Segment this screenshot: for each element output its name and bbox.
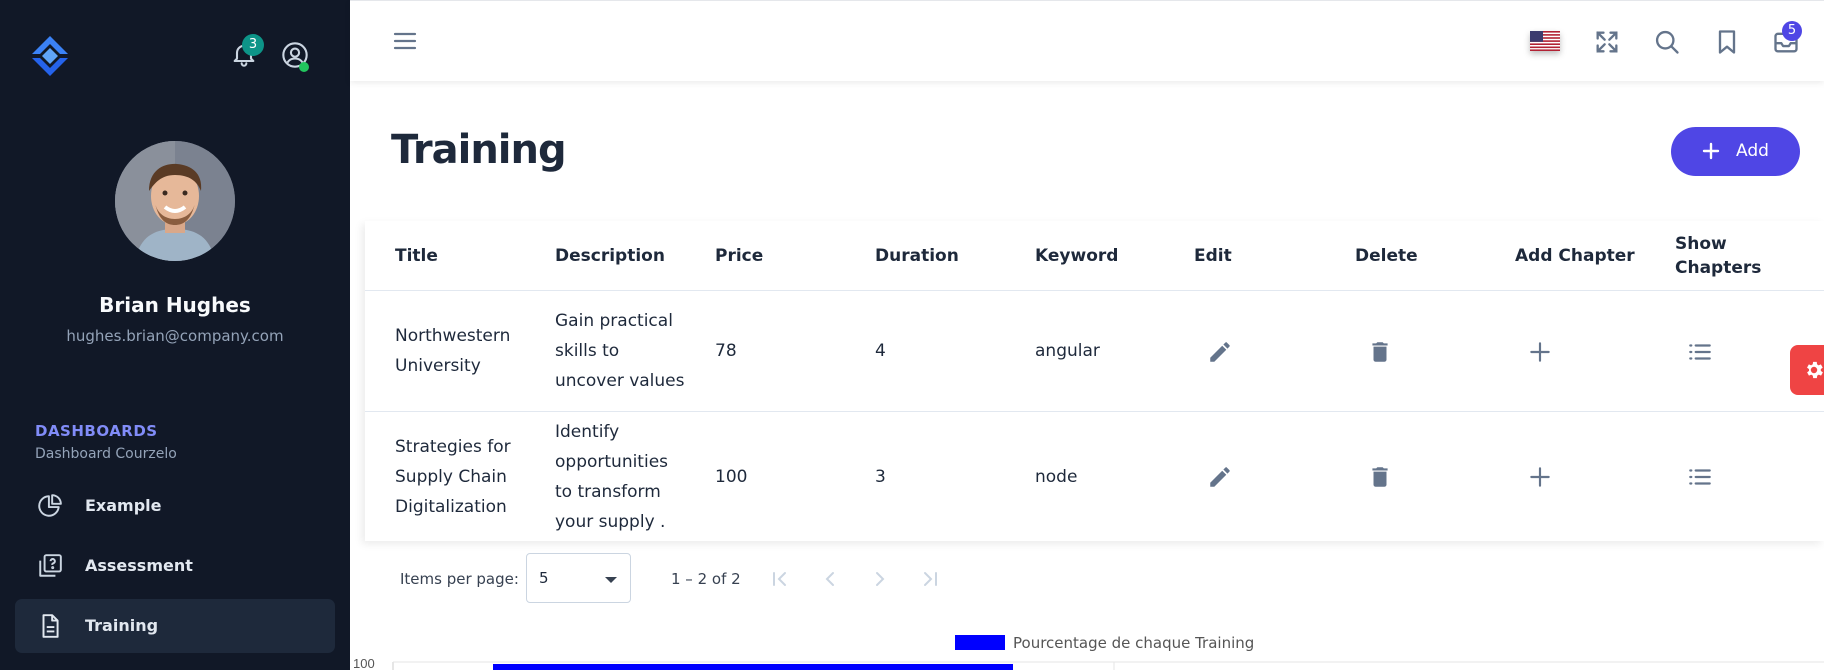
cell-title: Northwestern University [395,326,511,376]
column-header-delete: Delete [1355,246,1418,266]
sidebar-item-training[interactable]: Training [15,599,335,653]
us-flag-icon[interactable] [1530,31,1560,51]
last-page-icon[interactable] [918,567,942,591]
sidebar-item-label: Assessment [85,556,193,575]
show-chapters-list-icon[interactable] [1687,464,1713,490]
cell-description: Gain practical skills to uncover values [555,311,685,391]
cell-keyword: node [1035,467,1078,487]
plus-icon [1702,142,1720,160]
bookmark-icon[interactable] [1713,28,1741,56]
delete-trash-icon[interactable] [1367,339,1393,365]
online-status-dot [299,62,309,72]
items-per-page-label: Items per page: [400,570,519,588]
menu-toggle-icon[interactable] [392,29,418,53]
cell-price: 78 [715,341,737,361]
edit-pencil-icon[interactable] [1207,339,1233,365]
column-header-price[interactable]: Price [715,221,865,291]
sidebar-item-label: Example [85,496,162,515]
notifications-badge: 3 [242,34,264,56]
sidebar-item-assessment[interactable]: Assessment [15,539,335,593]
chart-bar [493,664,1013,670]
app-logo[interactable] [28,34,72,78]
sidebar-item-label: Training [85,616,159,635]
sidebar-top: 3 [0,0,350,110]
search-icon[interactable] [1653,28,1681,56]
avatar [115,141,235,261]
column-header-title[interactable]: Title [395,221,545,291]
training-table: Title Description Price Duration Keyword… [365,221,1824,541]
table-header: Title Description Price Duration Keyword… [365,221,1824,291]
cell-title: Strategies for Supply Chain Digitalizati… [395,437,511,517]
training-bar-chart: 100 [353,656,1824,670]
messages-badge: 5 [1782,21,1802,41]
column-header-add-chapter: Add Chapter [1515,246,1635,266]
dropdown-caret-icon [605,577,617,583]
sidebar: 3 Brian Hughes hughes.brian@company.com … [0,0,350,670]
delete-trash-icon[interactable] [1367,464,1393,490]
document-icon [42,614,59,638]
cell-duration: 3 [875,467,886,487]
edit-pencil-icon[interactable] [1207,464,1233,490]
legend-swatch [955,635,1005,650]
column-header-show-chapters: Show Chapters [1675,234,1762,278]
cell-description: Identify opportunities to transform your… [555,422,669,532]
items-per-page-value: 5 [539,569,549,587]
cell-duration: 4 [875,341,886,361]
page-title: Training [391,127,567,173]
question-stack-icon [39,554,62,577]
next-page-icon[interactable] [868,567,892,591]
items-per-page-select[interactable]: 5 [526,553,631,603]
fullscreen-icon[interactable] [1593,28,1621,56]
y-tick-label: 100 [353,656,375,670]
previous-page-icon[interactable] [818,567,842,591]
settings-drawer-button[interactable] [1790,345,1824,395]
column-header-description[interactable]: Description [555,221,705,291]
table-row: Strategies for Supply Chain Digitalizati… [365,413,1824,541]
nav-group-subtitle: Dashboard Courzelo [35,446,177,462]
column-header-duration[interactable]: Duration [875,221,1025,291]
show-chapters-list-icon[interactable] [1687,339,1713,365]
add-chapter-plus-icon[interactable] [1527,339,1553,365]
user-email: hughes.brian@company.com [66,327,284,345]
page-range-label: 1 – 2 of 2 [671,570,741,588]
chart-pie-icon [38,494,62,517]
top-header: 5 [350,0,1824,81]
paginator: Items per page: 5 1 – 2 of 2 [365,545,1824,615]
user-name: Brian Hughes [99,293,251,317]
column-header-keyword[interactable]: Keyword [1035,221,1185,291]
sidebar-item-example[interactable]: Example [15,479,335,533]
nav-group-title: DASHBOARDS [35,422,158,440]
gear-icon [1807,361,1823,379]
column-header-edit: Edit [1194,246,1232,266]
add-button[interactable]: Add [1671,127,1800,176]
table-row: Northwestern University Gain practical s… [365,291,1824,412]
cell-price: 100 [715,467,748,487]
first-page-icon[interactable] [768,567,792,591]
add-chapter-plus-icon[interactable] [1527,464,1553,490]
cell-keyword: angular [1035,341,1100,361]
add-button-label: Add [1736,141,1769,161]
